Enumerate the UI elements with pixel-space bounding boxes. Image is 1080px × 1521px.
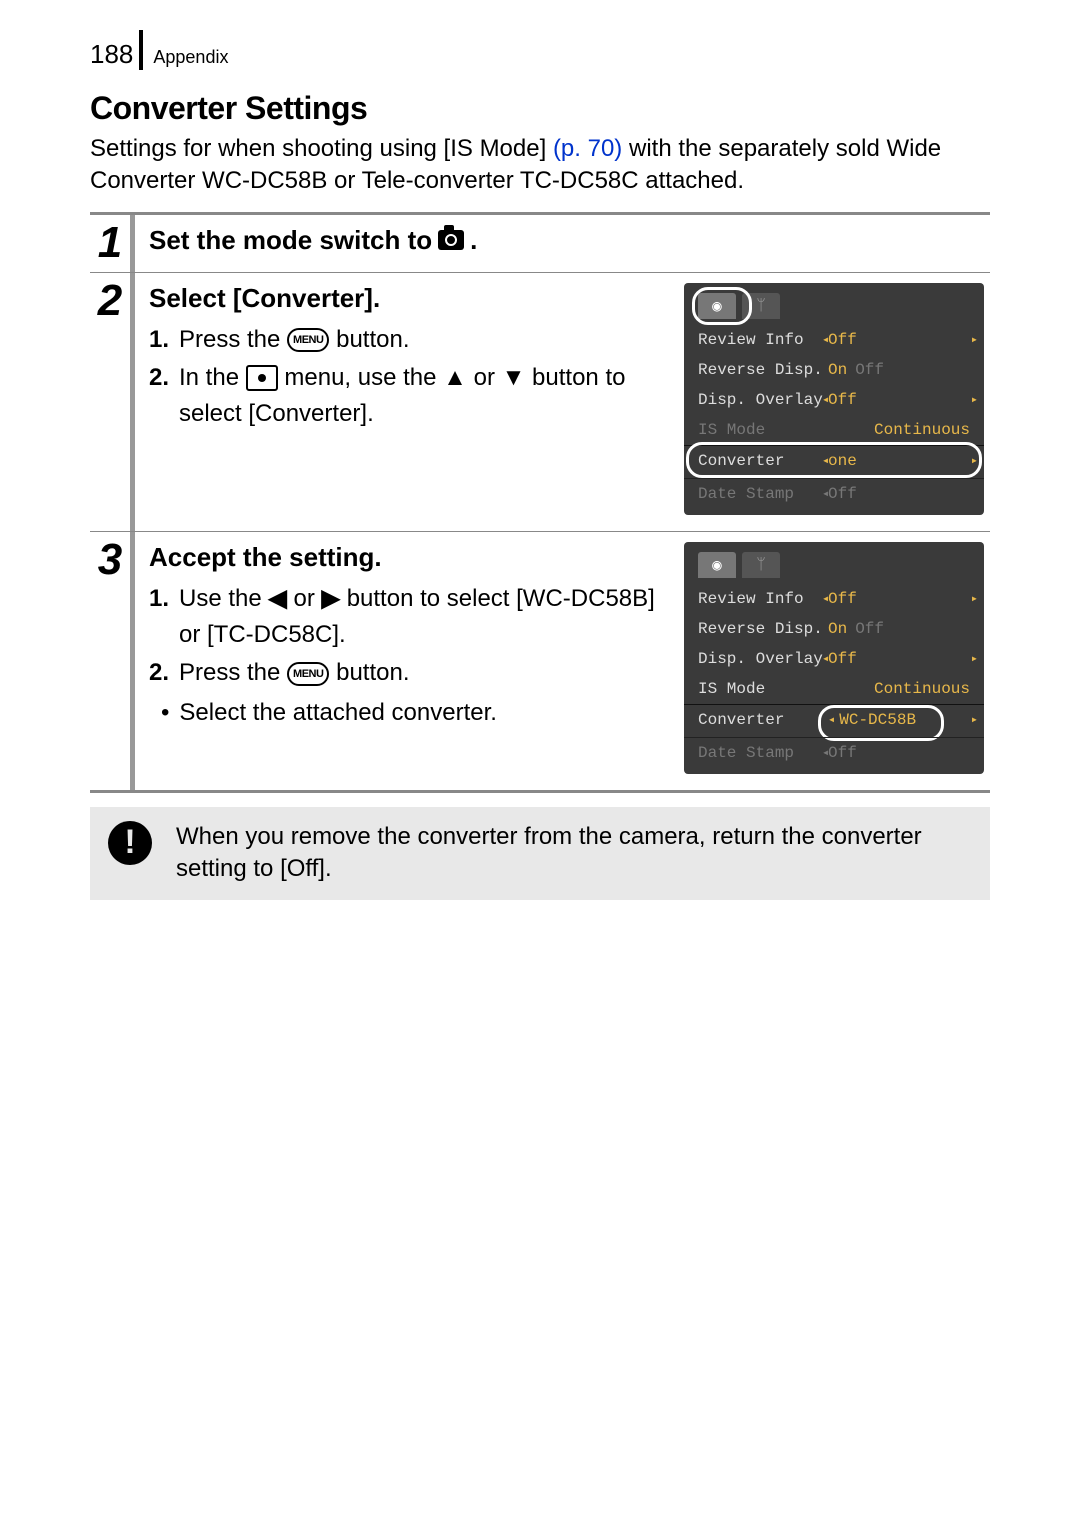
menu-value-off: Off [855, 620, 884, 638]
substep-text: Press the [179, 326, 287, 353]
intro-text-1: Settings for when shooting using [IS Mod… [90, 135, 553, 162]
substep-number: 1. [149, 581, 171, 617]
down-arrow-icon: ▼ [502, 360, 526, 396]
substep-number: 2. [149, 360, 171, 396]
substep-text: or [474, 364, 502, 391]
section-label: Appendix [153, 47, 228, 70]
substep-text: menu, use the [284, 364, 443, 391]
step-number: 1 [98, 221, 122, 265]
substep-number: 1. [149, 322, 171, 358]
menu-label: Date Stamp [698, 744, 828, 762]
lcd-tab-camera-icon: ◉ [698, 552, 736, 578]
intro-paragraph: Settings for when shooting using [IS Mod… [90, 133, 990, 198]
menu-button-icon: MENU [287, 328, 329, 352]
step-3-heading: Accept the setting. [149, 542, 666, 573]
menu-label: IS Mode [698, 421, 828, 439]
menu-value: one [828, 452, 857, 470]
step-1-heading-post: . [470, 225, 477, 256]
camera-lcd-screenshot-2: ◉ ᛘ Review Info◂Off▸ Reverse Disp.OnOff … [684, 542, 984, 774]
note-text: When you remove the converter from the c… [176, 821, 972, 886]
substep-text: button. [336, 659, 409, 686]
menu-value-off: Off [855, 361, 884, 379]
menu-value: Continuous [874, 421, 970, 439]
lcd-tab-tools-icon: ᛘ [742, 293, 780, 319]
steps-container: 1 Set the mode switch to . 2 Select [Con… [90, 212, 990, 793]
substep-text: Use the [179, 585, 268, 612]
menu-value: Off [828, 485, 857, 503]
menu-button-icon: MENU [287, 662, 329, 686]
page-title: Converter Settings [90, 90, 990, 127]
menu-value: Off [828, 331, 857, 349]
substep-text: or [294, 585, 322, 612]
menu-label: Review Info [698, 590, 828, 608]
menu-label: Reverse Disp. [698, 361, 828, 379]
menu-label: Disp. Overlay [698, 650, 828, 668]
step-2: 2 Select [Converter]. 1. Press the MENU … [90, 272, 990, 531]
menu-value: Off [828, 590, 857, 608]
menu-value-on: On [828, 620, 847, 638]
page-number: 188 [90, 30, 143, 70]
step-number: 2 [98, 279, 122, 323]
rec-menu-icon [246, 365, 278, 391]
left-arrow-icon: ◀ [268, 581, 286, 617]
substep-number: 2. [149, 655, 171, 691]
step-1-heading-pre: Set the mode switch to [149, 225, 432, 256]
menu-value-on: On [828, 361, 847, 379]
right-arrow-icon: ▶ [322, 581, 340, 617]
step-number: 3 [98, 538, 122, 582]
substep-text: button. [336, 326, 409, 353]
menu-value: Off [828, 391, 857, 409]
lcd-tab-camera-icon: ◉ [698, 293, 736, 319]
step-2-heading: Select [Converter]. [149, 283, 666, 314]
menu-label: Disp. Overlay [698, 391, 828, 409]
menu-value: Continuous [874, 680, 970, 698]
camera-icon [438, 230, 464, 250]
camera-lcd-screenshot-1: ◉ ᛘ Review Info◂Off▸ Reverse Disp.OnOff … [684, 283, 984, 515]
lcd-tab-tools-icon: ᛘ [742, 552, 780, 578]
bullet-icon: • [161, 695, 169, 731]
menu-value: Off [828, 744, 857, 762]
step-1: 1 Set the mode switch to . [90, 215, 990, 272]
substep-text: In the [179, 364, 246, 391]
caution-icon: ! [108, 821, 152, 865]
page-header: 188 Appendix [90, 30, 990, 70]
note-box: ! When you remove the converter from the… [90, 807, 990, 900]
substep-text: Press the [179, 659, 287, 686]
page-ref-link[interactable]: (p. 70) [553, 135, 622, 162]
menu-label: Converter [698, 711, 828, 729]
up-arrow-icon: ▲ [443, 360, 467, 396]
menu-label: Review Info [698, 331, 828, 349]
step-3: 3 Accept the setting. 1. Use the ◀ or [90, 531, 990, 790]
menu-value: Off [828, 650, 857, 668]
menu-label: Reverse Disp. [698, 620, 828, 638]
menu-label: IS Mode [698, 680, 828, 698]
menu-value: WC-DC58B [839, 711, 916, 729]
menu-label: Converter [698, 452, 828, 470]
bullet-text: Select the attached converter. [179, 695, 497, 731]
menu-label: Date Stamp [698, 485, 828, 503]
